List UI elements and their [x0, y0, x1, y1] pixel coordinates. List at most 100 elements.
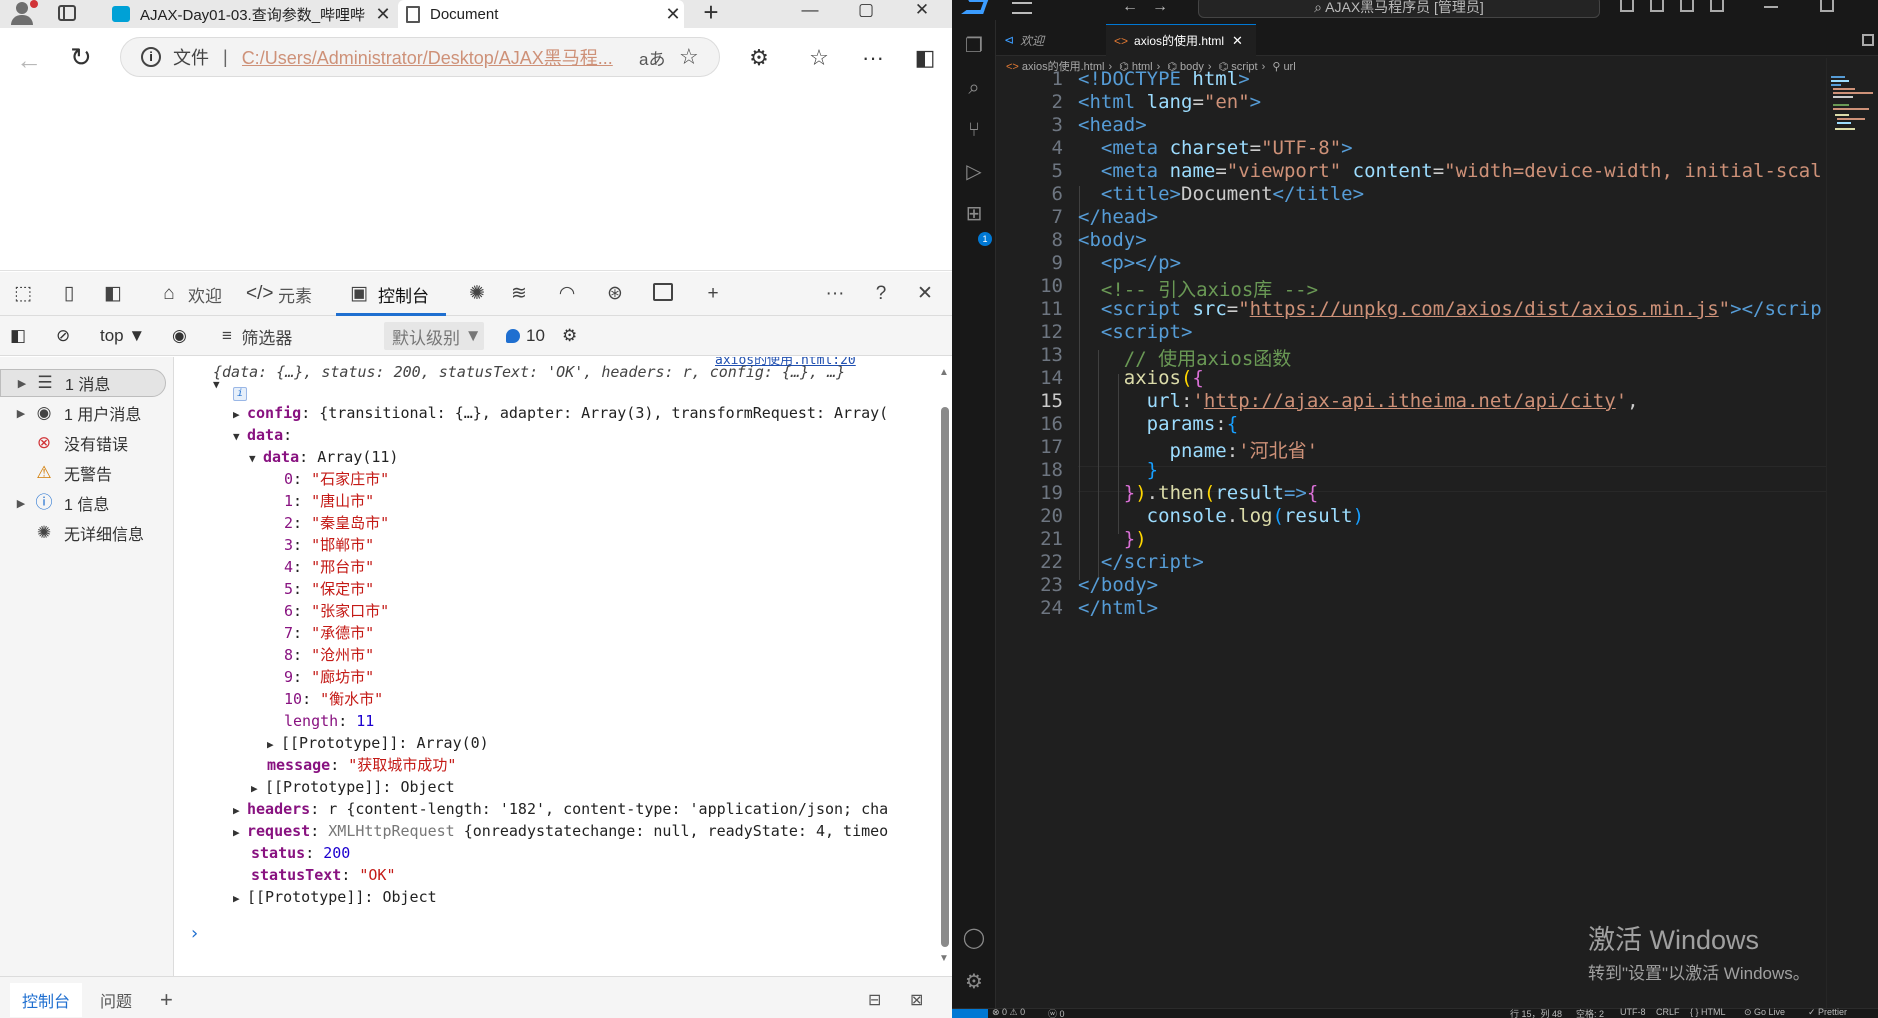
- extensions-icon[interactable]: ⊞: [962, 202, 986, 226]
- tab-welcome[interactable]: ⊲ 欢迎: [996, 24, 1106, 56]
- more-tools-button[interactable]: +: [700, 280, 732, 308]
- inspect-element-button[interactable]: ⬚: [10, 280, 42, 308]
- array-prototype[interactable]: ▶ [[Prototype]]: Array(0): [267, 733, 489, 753]
- tab-memory[interactable]: ⊛: [602, 280, 634, 308]
- tab-close-icon[interactable]: ✕: [1232, 33, 1243, 49]
- sidebar-item-verbose[interactable]: ▶✺无详细信息: [0, 519, 172, 547]
- vs-maximize-button[interactable]: [1820, 0, 1834, 12]
- context-select[interactable]: top ▼: [100, 323, 154, 349]
- drawer-add-tab-icon[interactable]: +: [160, 985, 173, 1015]
- menu-icon[interactable]: [1012, 2, 1032, 14]
- device-emulation-button[interactable]: ▯: [56, 280, 88, 308]
- tab-network[interactable]: ≋: [506, 280, 538, 308]
- tab-elements[interactable]: </> 元素: [246, 280, 312, 308]
- expand-arrow-icon[interactable]: ▶: [12, 407, 30, 420]
- console-prompt-icon[interactable]: ›: [189, 923, 200, 944]
- remote-indicator-icon[interactable]: [952, 1009, 988, 1018]
- scroll-up-icon[interactable]: ▲: [939, 367, 949, 378]
- indentation-status[interactable]: 空格: 2: [1576, 1007, 1604, 1018]
- new-tab-button[interactable]: +: [696, 0, 726, 28]
- nav-arrows-icon[interactable]: ←→: [1122, 0, 1182, 16]
- vs-minimize-button[interactable]: [1764, 6, 1778, 8]
- sidebar-item-messages[interactable]: ▶ ☰ 1 消息: [0, 369, 166, 397]
- tree-request[interactable]: ▶ request: XMLHttpRequest {onreadystatech…: [233, 821, 888, 841]
- maximize-button[interactable]: ▢: [838, 0, 894, 28]
- command-center[interactable]: ⌕ AJAX黑马程序员 [管理员]: [1198, 0, 1600, 18]
- extensions-icon[interactable]: ⚙: [746, 46, 772, 70]
- layout-sidebar-icon[interactable]: [1620, 0, 1634, 12]
- read-aloud-icon[interactable]: aあ: [639, 45, 679, 70]
- url-text[interactable]: C:/Users/Administrator/Desktop/AJAX黑马程..…: [242, 44, 639, 70]
- address-bar[interactable]: i 文件 | C:/Users/Administrator/Desktop/AJ…: [120, 37, 720, 77]
- scroll-down-icon[interactable]: ▼: [939, 953, 949, 964]
- favorites-icon[interactable]: ☆: [806, 46, 832, 70]
- manage-gear-icon[interactable]: ⚙: [962, 970, 986, 994]
- log-level-select[interactable]: 默认级别 ▼: [384, 322, 484, 350]
- drawer-tab-issues[interactable]: 问题: [100, 985, 132, 1015]
- minimap[interactable]: [1826, 58, 1878, 1008]
- back-arrow-icon[interactable]: ←: [16, 45, 42, 76]
- log-summary[interactable]: {data: {…}, status: 200, statusText: 'OK…: [213, 362, 845, 382]
- sidebar-item-info[interactable]: ▶ ⓘ 1 信息: [0, 489, 172, 517]
- site-info-icon[interactable]: i: [141, 47, 161, 67]
- tab-actions-icon[interactable]: [58, 5, 76, 21]
- explorer-icon[interactable]: ❐: [962, 34, 986, 58]
- layout-secondary-icon[interactable]: [1680, 0, 1694, 12]
- ports-status[interactable]: ⓦ 0: [1048, 1007, 1065, 1018]
- breadcrumb-item[interactable]: url: [1283, 61, 1295, 73]
- toggle-sidebar-button[interactable]: ◧: [10, 323, 26, 349]
- sidebar-item-errors[interactable]: ▶⊗没有错误: [0, 429, 172, 457]
- live-expression-button[interactable]: ◉: [172, 323, 187, 349]
- dock-button[interactable]: ◧: [100, 280, 132, 308]
- drawer-dock-icon[interactable]: ⊟: [868, 985, 881, 1015]
- issues-counter[interactable]: 10: [506, 323, 545, 349]
- more-menu-icon[interactable]: ···: [860, 46, 886, 70]
- tab-sources[interactable]: ✺: [464, 280, 496, 308]
- drawer-tab-console[interactable]: 控制台: [10, 983, 83, 1017]
- go-live-button[interactable]: ⊙ Go Live: [1744, 1007, 1785, 1018]
- scrollbar-thumb[interactable]: [941, 407, 949, 947]
- help-button[interactable]: ?: [868, 280, 900, 308]
- browser-tab-bilibili[interactable]: AJAX-Day01-03.查询参数_哔哩哔 ✕: [104, 0, 394, 28]
- refresh-icon[interactable]: ↻: [70, 42, 92, 73]
- tab-performance[interactable]: ◠: [554, 280, 586, 308]
- browser-tab-document[interactable]: Document ✕: [398, 0, 684, 28]
- outer-prototype[interactable]: ▶ [[Prototype]]: Object: [233, 887, 437, 907]
- expand-arrow-icon[interactable]: ▶: [12, 497, 30, 510]
- eol-status[interactable]: CRLF: [1656, 1007, 1680, 1017]
- split-editor-icon[interactable]: [1862, 34, 1874, 46]
- run-debug-icon[interactable]: ▷: [962, 160, 986, 184]
- log-info-badge[interactable]: i: [233, 381, 247, 401]
- favorite-star-icon[interactable]: ☆: [679, 44, 719, 70]
- data-prototype[interactable]: ▶ [[Prototype]]: Object: [251, 777, 455, 797]
- source-control-icon[interactable]: ⑂: [962, 118, 986, 142]
- filter-input[interactable]: ≡ 筛选器: [222, 323, 362, 349]
- tab-close-icon[interactable]: ✕: [372, 4, 394, 25]
- tree-config[interactable]: ▶ config: {transitional: {…}, adapter: Ar…: [233, 403, 888, 423]
- tab-welcome[interactable]: ⌂ 欢迎: [156, 280, 222, 308]
- problems-status[interactable]: ⊗ 0 ⚠ 0: [992, 1007, 1025, 1018]
- account-icon[interactable]: ◯: [962, 926, 986, 950]
- devtools-more-button[interactable]: ···: [822, 280, 854, 308]
- layout-panel-icon[interactable]: [1650, 0, 1664, 12]
- expand-arrow-icon[interactable]: ▶: [13, 377, 31, 390]
- close-devtools-button[interactable]: ✕: [912, 280, 944, 308]
- console-scrollbar[interactable]: ▲ ▼: [937, 357, 952, 976]
- tab-application[interactable]: [650, 280, 682, 308]
- sidebar-item-user-messages[interactable]: ▶ ◉ 1 用户消息: [0, 399, 172, 427]
- tab-axios-html[interactable]: <> axios的使用.html ✕: [1106, 24, 1256, 56]
- layout-customize-icon[interactable]: [1710, 0, 1724, 12]
- close-window-button[interactable]: ✕: [894, 0, 950, 28]
- tab-close-icon[interactable]: ✕: [662, 4, 684, 25]
- minimize-button[interactable]: —: [782, 0, 838, 28]
- drawer-close-icon[interactable]: ⊠: [910, 985, 923, 1015]
- tree-data[interactable]: ▼ data:: [233, 425, 292, 445]
- prettier-status[interactable]: ✓ Prettier: [1808, 1007, 1847, 1018]
- language-mode[interactable]: { } HTML: [1690, 1007, 1726, 1017]
- cursor-position[interactable]: 行 15，列 48: [1510, 1007, 1562, 1018]
- tree-headers[interactable]: ▶ headers: r {content-length: '182', cont…: [233, 799, 888, 819]
- sidebar-toggle-icon[interactable]: ◧: [912, 46, 938, 70]
- console-settings-button[interactable]: ⚙: [562, 323, 577, 349]
- tree-data-array[interactable]: ▼ data: Array(11): [249, 447, 398, 467]
- sidebar-item-warnings[interactable]: ▶⚠无警告: [0, 459, 172, 487]
